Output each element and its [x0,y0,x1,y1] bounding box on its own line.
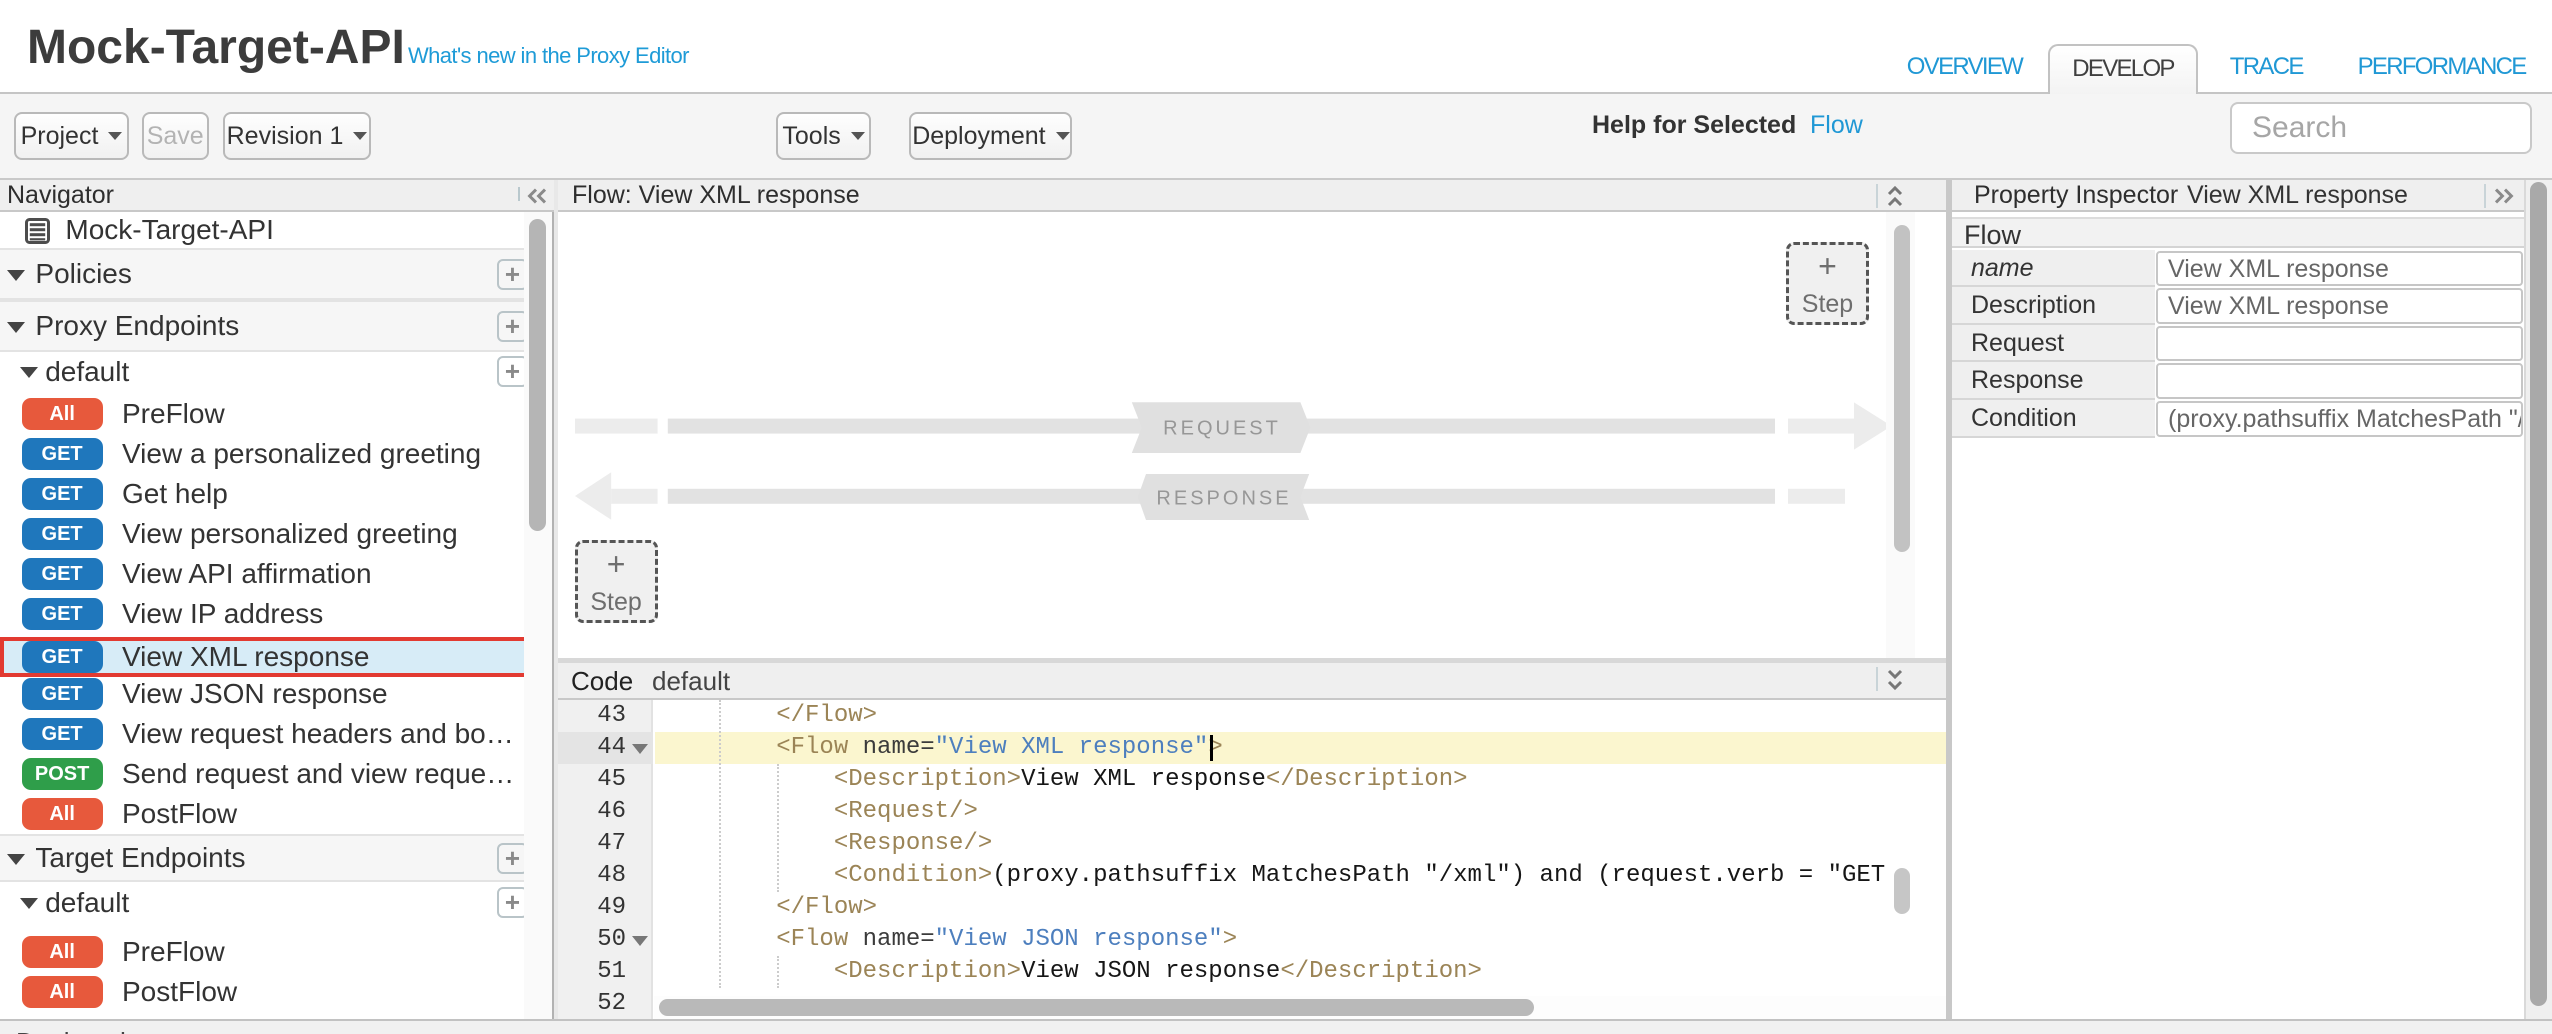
svg-text:RESPONSE: RESPONSE [1156,487,1291,509]
svg-text:REQUEST: REQUEST [1163,418,1281,440]
